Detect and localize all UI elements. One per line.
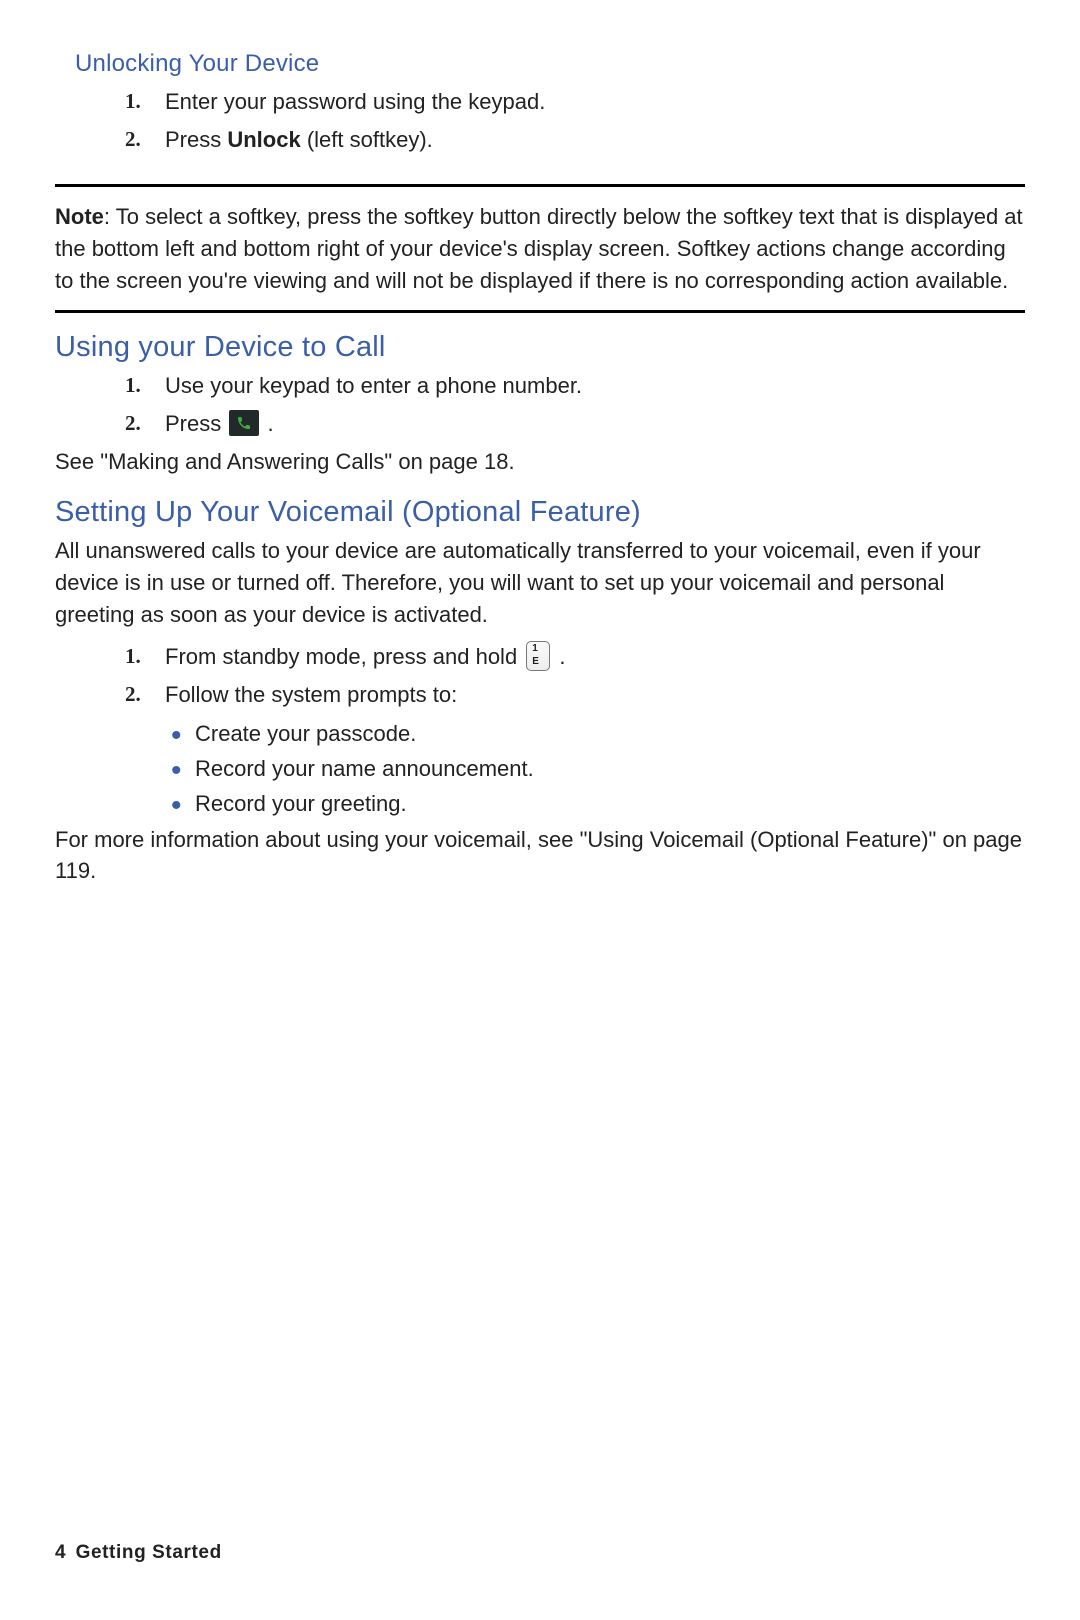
step-text-pre: Press <box>165 127 227 152</box>
step-text-bold: Unlock <box>227 127 300 152</box>
note-text: Note: To select a softkey, press the sof… <box>55 201 1025 297</box>
subsection-title-unlocking: Unlocking Your Device <box>75 50 1025 78</box>
list-marker: 1. <box>125 370 141 400</box>
chapter-name: Getting Started <box>76 1542 222 1563</box>
list-item: 1. From standby mode, press and hold 1E … <box>165 641 1025 673</box>
prompt-bullets: Create your passcode. Record your name a… <box>55 717 1025 820</box>
voicemail-intro: All unanswered calls to your device are … <box>55 535 1025 631</box>
list-marker: 2. <box>125 679 141 709</box>
list-item: 1. Use your keypad to enter a phone numb… <box>165 370 1025 402</box>
list-item: 1. Enter your password using the keypad. <box>165 86 1025 118</box>
list-marker: 2. <box>125 124 141 154</box>
keypad-1-icon: 1E <box>526 641 550 671</box>
page-number: 4 <box>55 1542 66 1563</box>
bullet-item: Create your passcode. <box>195 717 1025 750</box>
list-item: 2. Follow the system prompts to: <box>165 679 1025 711</box>
bullet-item: Record your greeting. <box>195 787 1025 820</box>
call-button-icon <box>229 410 259 436</box>
note-body: : To select a softkey, press the softkey… <box>55 204 1023 293</box>
step-text-pre: Press <box>165 411 227 436</box>
manual-page: Unlocking Your Device 1. Enter your pass… <box>0 0 1080 887</box>
step-text: Use your keypad to enter a phone number. <box>165 373 582 398</box>
step-text: Enter your password using the keypad. <box>165 89 545 114</box>
list-marker: 2. <box>125 408 141 438</box>
step-text-pre: From standby mode, press and hold <box>165 644 523 669</box>
cross-reference: See "Making and Answering Calls" on page… <box>55 446 1025 478</box>
list-item: 2. Press Unlock (left softkey). <box>165 124 1025 156</box>
section-title-voicemail: Setting Up Your Voicemail (Optional Feat… <box>55 496 1025 529</box>
note-label: Note <box>55 204 104 229</box>
list-marker: 1. <box>125 641 141 671</box>
step-text-post: (left softkey). <box>301 127 433 152</box>
note-block: Note: To select a softkey, press the sof… <box>55 184 1025 314</box>
key-bottom: E <box>532 655 539 670</box>
list-marker: 1. <box>125 86 141 116</box>
bullet-item: Record your name announcement. <box>195 752 1025 785</box>
list-item: 2. Press . <box>165 408 1025 440</box>
section-title-call: Using your Device to Call <box>55 331 1025 364</box>
key-top: 1 <box>532 642 538 657</box>
unlock-steps: 1. Enter your password using the keypad.… <box>55 86 1025 156</box>
cross-reference: For more information about using your vo… <box>55 824 1025 888</box>
step-text-post: . <box>553 644 565 669</box>
step-text-post: . <box>261 411 273 436</box>
voicemail-steps: 1. From standby mode, press and hold 1E … <box>55 641 1025 711</box>
step-text: Follow the system prompts to: <box>165 682 457 707</box>
page-footer: 4 Getting Started <box>55 1542 222 1564</box>
call-steps: 1. Use your keypad to enter a phone numb… <box>55 370 1025 440</box>
